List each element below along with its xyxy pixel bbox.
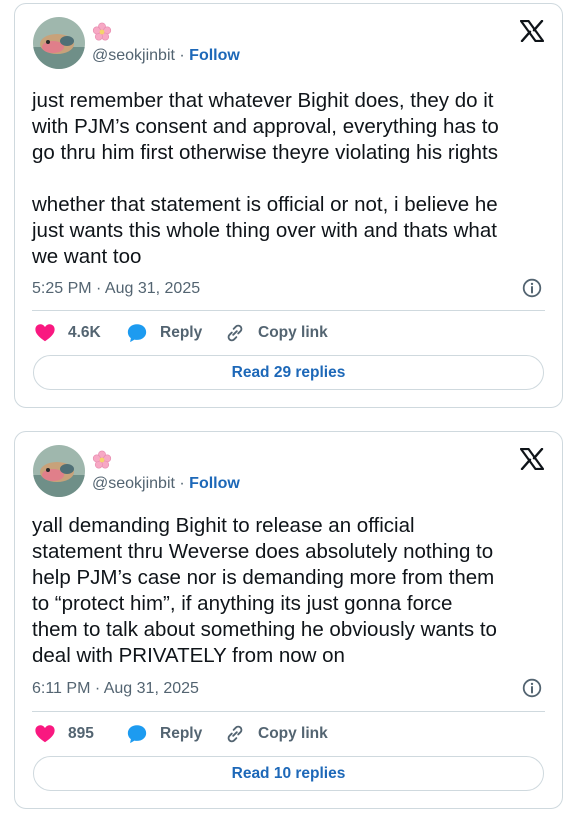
avatar[interactable] <box>33 445 85 497</box>
heart-icon <box>35 324 55 342</box>
tweet-text: just remember that whatever Bighit does,… <box>32 89 499 268</box>
tweet-timestamp[interactable]: 6:11 PM · Aug 31, 2025 <box>32 680 199 698</box>
copy-link-label: Copy link <box>258 725 328 742</box>
tweet-timestamp[interactable]: 5:25 PM · Aug 31, 2025 <box>32 280 200 298</box>
author-line: @seokjinbit · Follow <box>92 47 240 65</box>
heart-icon <box>35 725 55 743</box>
reply-label: Reply <box>160 324 203 341</box>
reply-button[interactable]: Reply <box>126 322 224 344</box>
read-replies-button[interactable]: Read 29 replies <box>33 355 544 390</box>
tweet-actions: 895 Reply Copy link <box>34 722 545 746</box>
reply-button[interactable]: Reply <box>126 723 224 745</box>
speech-bubble-icon <box>127 725 147 744</box>
author-handle[interactable]: @seokjinbit <box>92 47 175 64</box>
read-replies-button[interactable]: Read 10 replies <box>33 756 544 791</box>
info-icon[interactable] <box>522 678 542 698</box>
cherry-blossom-icon <box>92 450 112 469</box>
copy-link-label: Copy link <box>258 324 328 341</box>
info-icon[interactable] <box>522 278 542 298</box>
copy-link-button[interactable]: Copy link <box>224 723 328 745</box>
x-logo-icon[interactable] <box>520 448 544 470</box>
link-icon <box>227 725 243 743</box>
cherry-blossom-icon <box>92 22 112 41</box>
author-handle[interactable]: @seokjinbit <box>92 475 175 492</box>
like-count: 4.6K <box>68 324 101 341</box>
follow-button[interactable]: Follow <box>189 47 240 64</box>
link-icon <box>227 324 243 342</box>
divider <box>32 310 545 311</box>
like-button[interactable]: 895 <box>34 723 126 745</box>
follow-button[interactable]: Follow <box>189 475 240 492</box>
like-button[interactable]: 4.6K <box>34 322 126 344</box>
copy-link-button[interactable]: Copy link <box>224 322 328 344</box>
tweet-text: yall demanding Bighit to release an offi… <box>32 514 497 667</box>
divider <box>32 711 545 712</box>
tweet-card: @seokjinbit · Follow yall demanding Bigh… <box>14 431 563 809</box>
tweet-card: @seokjinbit · Follow just remember that … <box>14 3 563 408</box>
reply-label: Reply <box>160 725 203 742</box>
x-logo-icon[interactable] <box>520 20 544 42</box>
tweet-actions: 4.6K Reply Copy link <box>34 321 545 345</box>
like-count: 895 <box>68 725 94 742</box>
avatar[interactable] <box>33 17 85 69</box>
author-line: @seokjinbit · Follow <box>92 475 240 493</box>
separator: · <box>174 475 190 492</box>
speech-bubble-icon <box>127 324 147 343</box>
separator: · <box>174 47 190 64</box>
